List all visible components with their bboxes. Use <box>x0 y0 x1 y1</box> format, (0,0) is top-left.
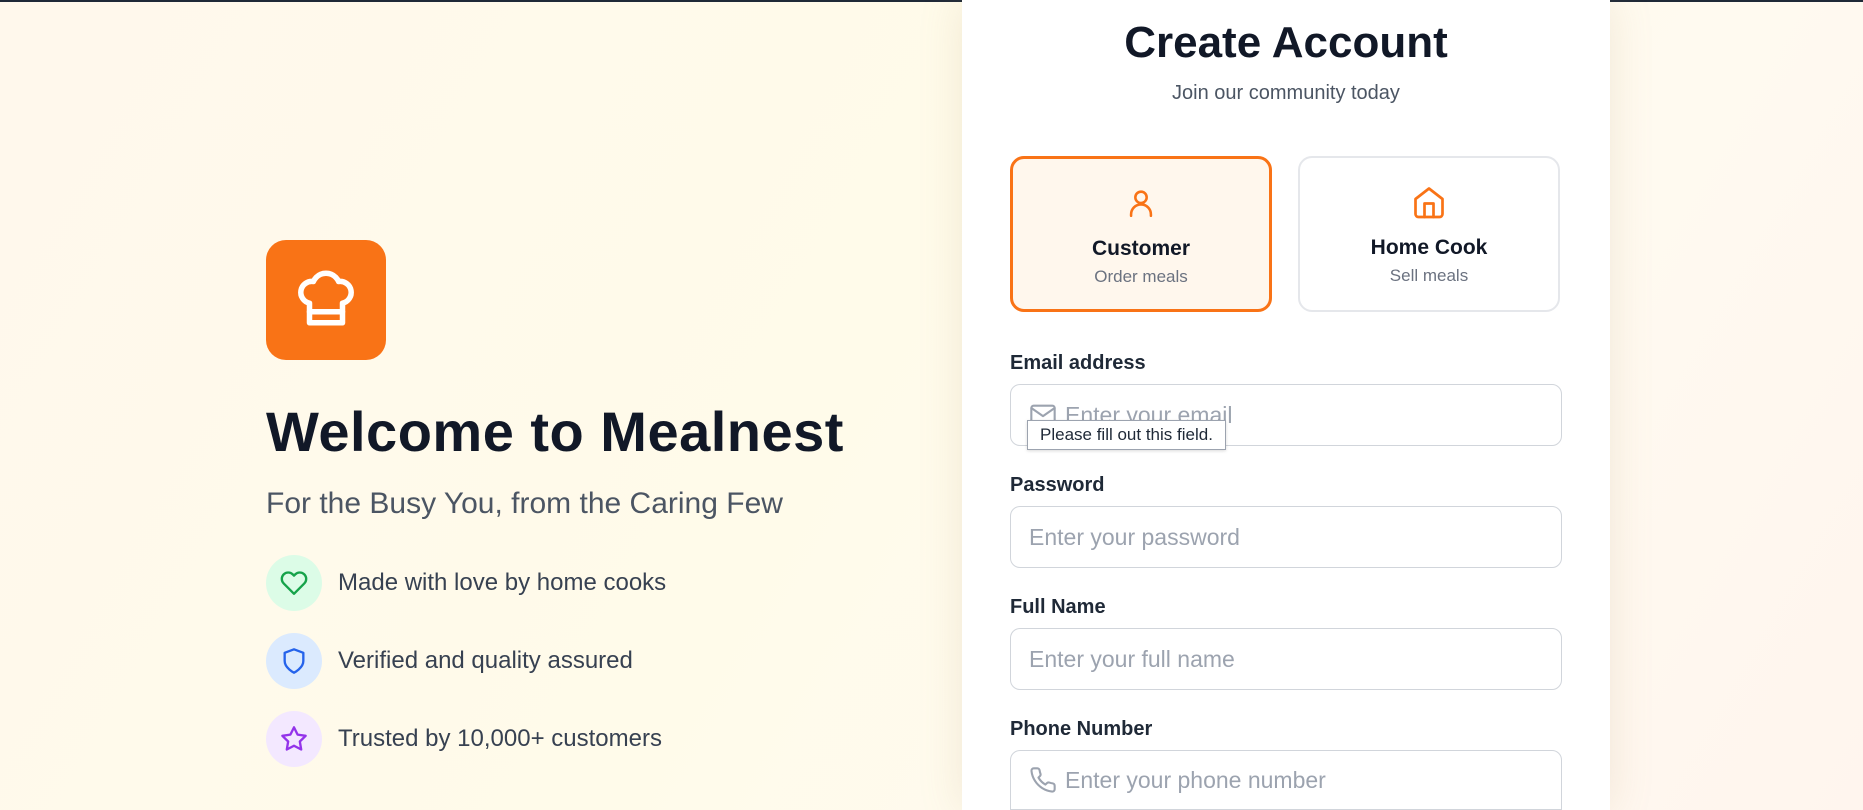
phone-icon <box>1029 766 1057 794</box>
phone-input[interactable] <box>1057 766 1561 794</box>
feature-list: Made with love by home cooks Verified an… <box>266 555 966 768</box>
chef-hat-icon <box>293 265 359 336</box>
signup-card: Create Account Join our community today … <box>962 0 1610 810</box>
role-description: Sell meals <box>1389 266 1469 285</box>
feature-text: Made with love by home cooks <box>338 569 667 597</box>
feature-item: Trusted by 10,000+ customers <box>266 711 966 768</box>
hero-subtitle: For the Busy You, from the Caring Few <box>266 487 783 521</box>
validation-tooltip: Please fill out this field. <box>1027 420 1226 450</box>
password-input[interactable] <box>1011 523 1561 551</box>
full-name-label: Full Name <box>1010 596 1106 618</box>
feature-text: Verified and quality assured <box>338 647 633 675</box>
password-field-wrapper <box>1010 506 1562 568</box>
feature-text: Trusted by 10,000+ customers <box>338 725 662 753</box>
hero-title: Welcome to Mealnest <box>266 400 844 463</box>
phone-field-wrapper <box>1010 750 1562 810</box>
email-label: Email address <box>1010 352 1146 374</box>
full-name-input[interactable] <box>1011 645 1561 673</box>
star-icon <box>266 711 322 768</box>
phone-label: Phone Number <box>1010 718 1153 740</box>
feature-item: Made with love by home cooks <box>266 555 966 612</box>
form-subtitle: Join our community today <box>1172 82 1400 104</box>
logo <box>266 240 386 360</box>
full-name-field-wrapper <box>1010 628 1562 690</box>
user-icon <box>1124 183 1158 223</box>
role-option-home-cook[interactable]: Home Cook Sell meals <box>1298 156 1560 312</box>
role-option-customer[interactable]: Customer Order meals <box>1010 156 1272 312</box>
role-title: Customer <box>1091 237 1191 260</box>
feature-item: Verified and quality assured <box>266 633 966 690</box>
password-label: Password <box>1010 474 1105 496</box>
role-description: Order meals <box>1094 267 1188 286</box>
heart-icon <box>266 555 322 612</box>
hero-section: Welcome to Mealnest For the Busy You, fr… <box>266 240 966 789</box>
home-icon <box>1411 182 1447 222</box>
role-title: Home Cook <box>1370 236 1488 259</box>
shield-icon <box>266 633 322 690</box>
form-title: Create Account <box>1124 18 1448 67</box>
